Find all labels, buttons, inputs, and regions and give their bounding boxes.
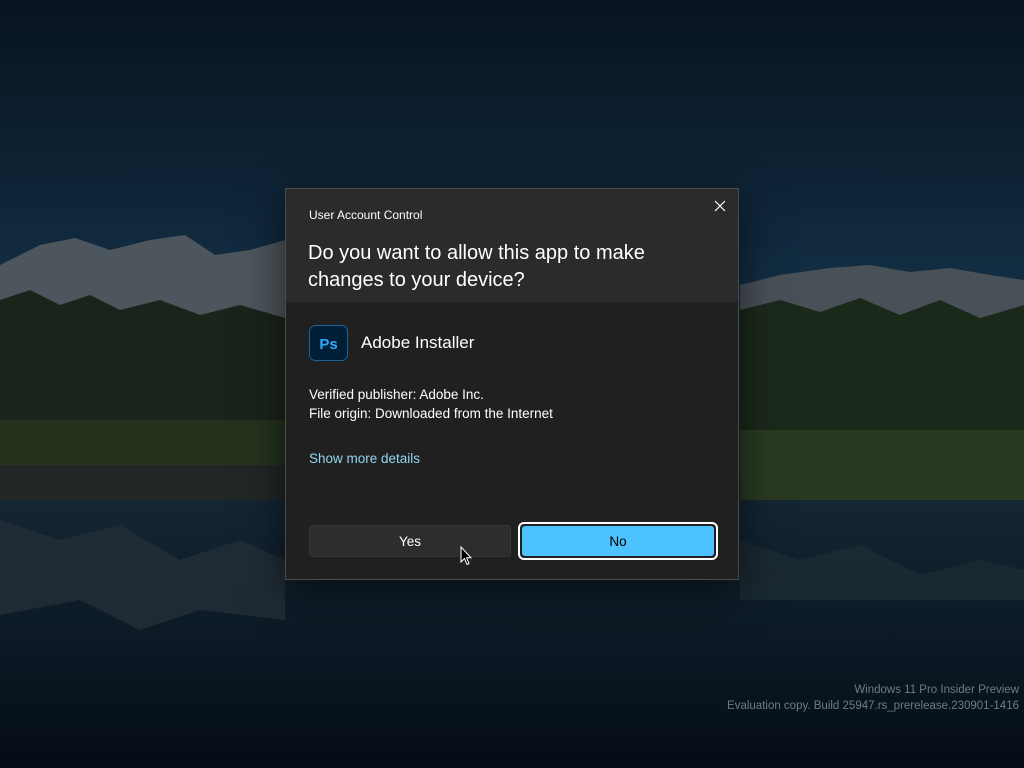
close-icon: [714, 200, 726, 212]
watermark-line-1: Windows 11 Pro Insider Preview: [854, 684, 1019, 696]
dialog-title: User Account Control: [309, 208, 423, 222]
photoshop-icon: Ps: [309, 325, 348, 361]
file-origin: File origin: Downloaded from the Interne…: [309, 406, 553, 421]
publisher-info: Verified publisher: Adobe Inc. File orig…: [309, 385, 553, 423]
app-name: Adobe Installer: [361, 333, 475, 352]
app-info-row: Ps Adobe Installer: [309, 325, 474, 361]
os-watermark: Windows 11 Pro Insider Preview Evaluatio…: [727, 682, 1019, 714]
verified-publisher: Verified publisher: Adobe Inc.: [309, 387, 484, 402]
photoshop-icon-text: Ps: [319, 336, 337, 353]
uac-dialog: User Account Control Do you want to allo…: [285, 188, 739, 580]
uac-header: User Account Control Do you want to allo…: [286, 189, 738, 302]
dialog-question: Do you want to allow this app to make ch…: [308, 242, 645, 291]
uac-footer: Yes No: [286, 500, 738, 579]
desktop-background: Windows 11 Pro Insider Preview Evaluatio…: [0, 0, 1024, 768]
watermark-line-2: Evaluation copy. Build 25947.rs_prerelea…: [727, 700, 1019, 712]
close-button[interactable]: [708, 195, 732, 217]
no-button[interactable]: No: [518, 522, 718, 560]
no-button-label: No: [522, 526, 714, 556]
yes-button[interactable]: Yes: [309, 525, 511, 557]
show-more-details-link[interactable]: Show more details: [309, 451, 420, 466]
